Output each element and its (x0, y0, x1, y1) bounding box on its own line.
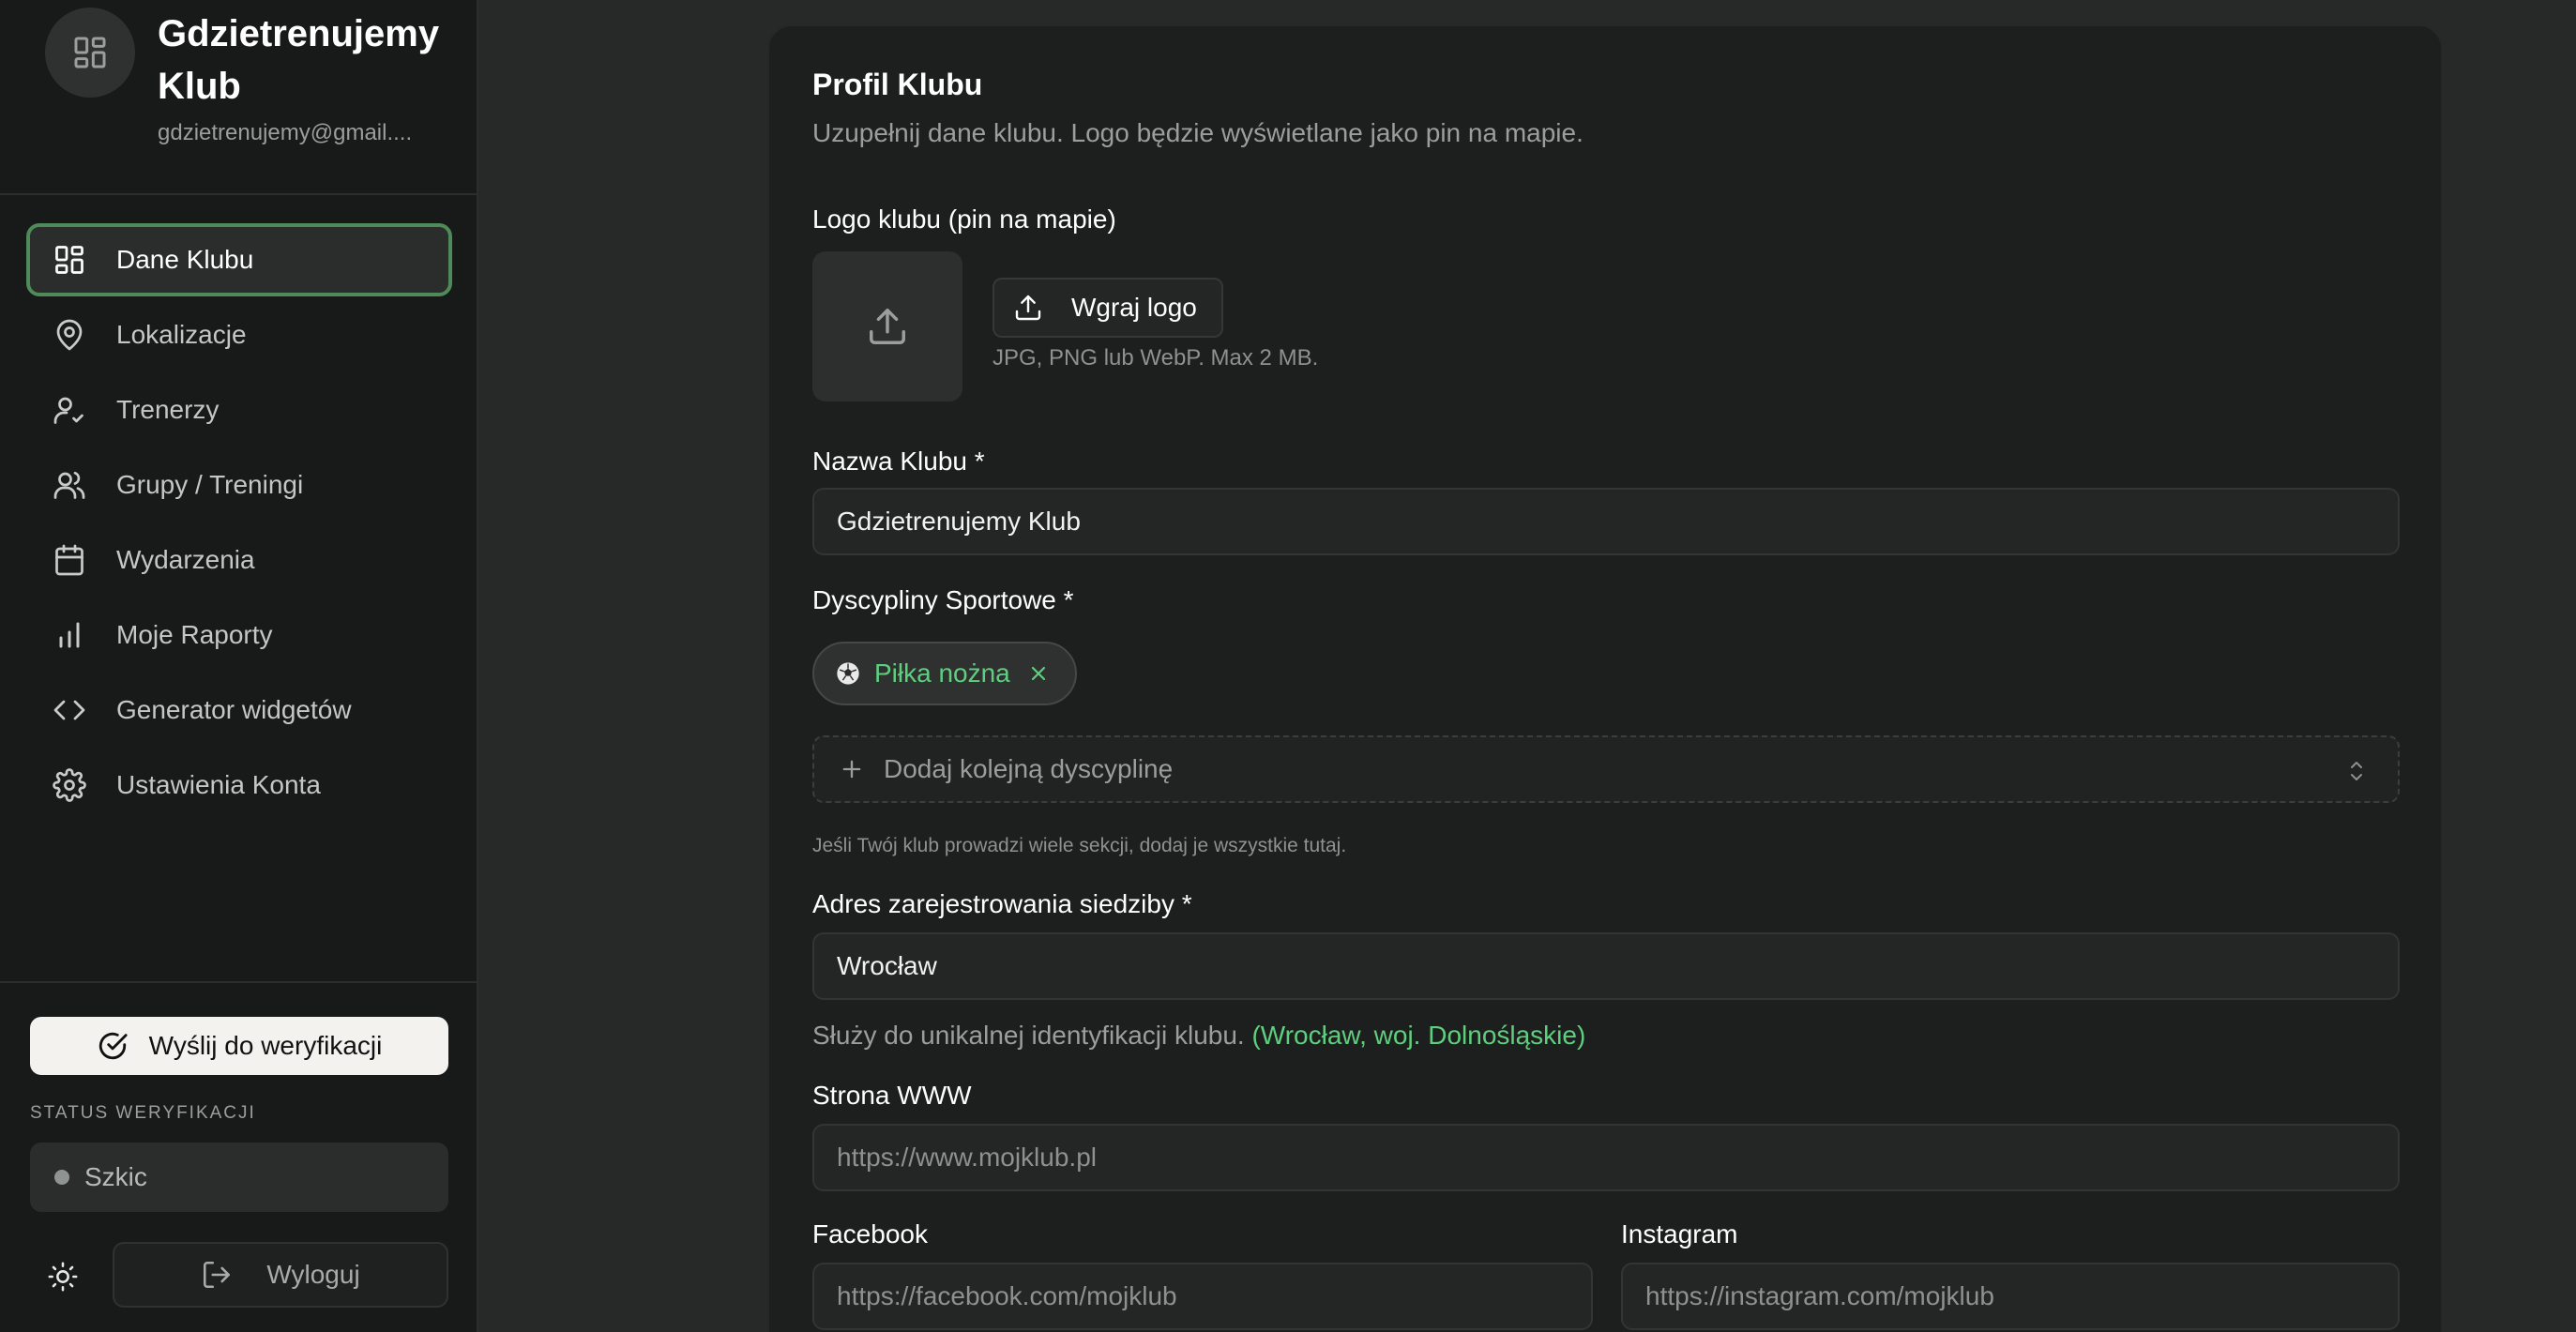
address-resolved: (Wrocław, woj. Dolnośląskie) (1251, 1021, 1586, 1050)
facebook-label: Facebook (812, 1219, 928, 1249)
soccer-ball-icon (837, 662, 859, 685)
sidebar-item-grupy-treningi[interactable]: Grupy / Treningi (26, 448, 452, 522)
sidebar-item-label: Moje Raporty (116, 620, 273, 649)
address-hint: Służy do unikalnej identyfikacji klubu. … (812, 1021, 1585, 1051)
discipline-chip-label: Piłka nożna (874, 658, 1010, 688)
club-email: gdzietrenujemy@gmail.... (158, 120, 413, 145)
disciplines-label: Dyscypliny Sportowe * (812, 585, 1074, 614)
page-title: Profil Klubu (812, 68, 983, 101)
www-label: Strona WWW (812, 1081, 972, 1110)
status-dot-icon (54, 1170, 69, 1185)
disciplines-hint: Jeśli Twój klub prowadzi wiele sekcji, d… (812, 835, 1347, 856)
instagram-label: Instagram (1621, 1219, 1738, 1249)
plus-icon (842, 760, 861, 779)
page-subtitle: Uzupełnij dane klubu. Logo będzie wyświe… (812, 118, 1583, 147)
chevron-up-down-icon (2351, 762, 2362, 780)
calendar-icon (55, 544, 83, 576)
instagram-input[interactable] (1621, 1263, 2400, 1330)
sidebar-item-ustawienia-konta[interactable]: Ustawienia Konta (26, 749, 452, 822)
club-name-label: Nazwa Klubu * (812, 447, 985, 476)
sidebar-item-generator-widgetow[interactable]: Generator widgetów (26, 674, 452, 747)
upload-logo-button[interactable]: Wgraj logo (993, 278, 1223, 338)
sidebar-item-trenerzy[interactable]: Trenerzy (26, 373, 452, 447)
logo-label: Logo klubu (pin na mapie) (812, 204, 1116, 234)
map-pin-icon (56, 319, 83, 351)
upload-logo-label: Wgraj logo (1071, 293, 1197, 322)
close-icon[interactable] (1027, 662, 1050, 685)
discipline-chip: Piłka nożna (812, 642, 1077, 705)
sidebar-item-label: Trenerzy (116, 395, 220, 424)
sidebar-item-lokalizacje[interactable]: Lokalizacje (26, 298, 452, 371)
sidebar-item-wydarzenia[interactable]: Wydarzenia (26, 523, 452, 597)
user-check-icon (53, 397, 83, 424)
add-discipline-label: Dodaj kolejną dyscyplinę (884, 754, 1174, 783)
sun-icon[interactable] (47, 1261, 79, 1293)
sidebar-item-label: Ustawienia Konta (116, 770, 321, 799)
sidebar-nav: Dane Klubu Lokalizacje Trenerzy Grupy / … (26, 223, 452, 824)
sidebar-item-moje-raporty[interactable]: Moje Raporty (26, 598, 452, 672)
log-out-icon (204, 1261, 231, 1289)
logout-label: Wyloguj (266, 1260, 360, 1289)
sidebar-item-label: Generator widgetów (116, 695, 352, 724)
club-header: Gdzietrenujemy Klub gdzietrenujemy@gmail… (0, 0, 477, 195)
avatar (45, 8, 135, 98)
sidebar-item-label: Lokalizacje (116, 320, 247, 349)
verification-status-label: STATUS WERYFIKACJI (30, 1103, 256, 1123)
bar-chart-icon (59, 622, 80, 648)
logout-button[interactable]: Wyloguj (113, 1242, 448, 1308)
check-circle-icon (98, 1032, 128, 1060)
logo-hint: JPG, PNG lub WebP. Max 2 MB. (993, 345, 1319, 371)
dashboard-icon (74, 37, 106, 68)
upload-icon (870, 309, 905, 344)
users-icon (53, 471, 85, 499)
club-name-input[interactable] (812, 488, 2400, 555)
sidebar-item-label: Dane Klubu (116, 245, 254, 274)
sidebar-footer: Wyślij do weryfikacji STATUS WERYFIKACJI… (0, 981, 477, 1332)
send-to-verification-button[interactable]: Wyślij do weryfikacji (30, 1017, 448, 1075)
sidebar: Gdzietrenujemy Klub gdzietrenujemy@gmail… (0, 0, 478, 1332)
sidebar-item-label: Wydarzenia (116, 545, 255, 574)
sidebar-item-dane-klubu[interactable]: Dane Klubu (26, 223, 452, 296)
www-input[interactable] (812, 1124, 2400, 1191)
club-name: Gdzietrenujemy Klub (158, 13, 440, 107)
verification-status-value: Szkic (84, 1162, 147, 1191)
address-label: Adres zarejestrowania siedziby * (812, 889, 1192, 918)
verification-status-badge: Szkic (30, 1143, 448, 1212)
dashboard-icon (55, 246, 83, 274)
gear-icon (53, 768, 86, 802)
logo-preview[interactable] (812, 251, 962, 401)
facebook-input[interactable] (812, 1263, 1593, 1330)
sidebar-item-label: Grupy / Treningi (116, 470, 304, 499)
add-discipline-select[interactable]: Dodaj kolejną dyscyplinę (812, 735, 2400, 803)
address-input[interactable] (812, 932, 2400, 1000)
upload-icon (1015, 295, 1041, 321)
code-icon (53, 700, 85, 720)
club-profile-card: Profil Klubu Uzupełnij dane klubu. Logo … (767, 24, 2443, 1332)
address-hint-text: Służy do unikalnej identyfikacji klubu. (812, 1021, 1245, 1050)
send-to-verification-label: Wyślij do weryfikacji (148, 1031, 383, 1060)
